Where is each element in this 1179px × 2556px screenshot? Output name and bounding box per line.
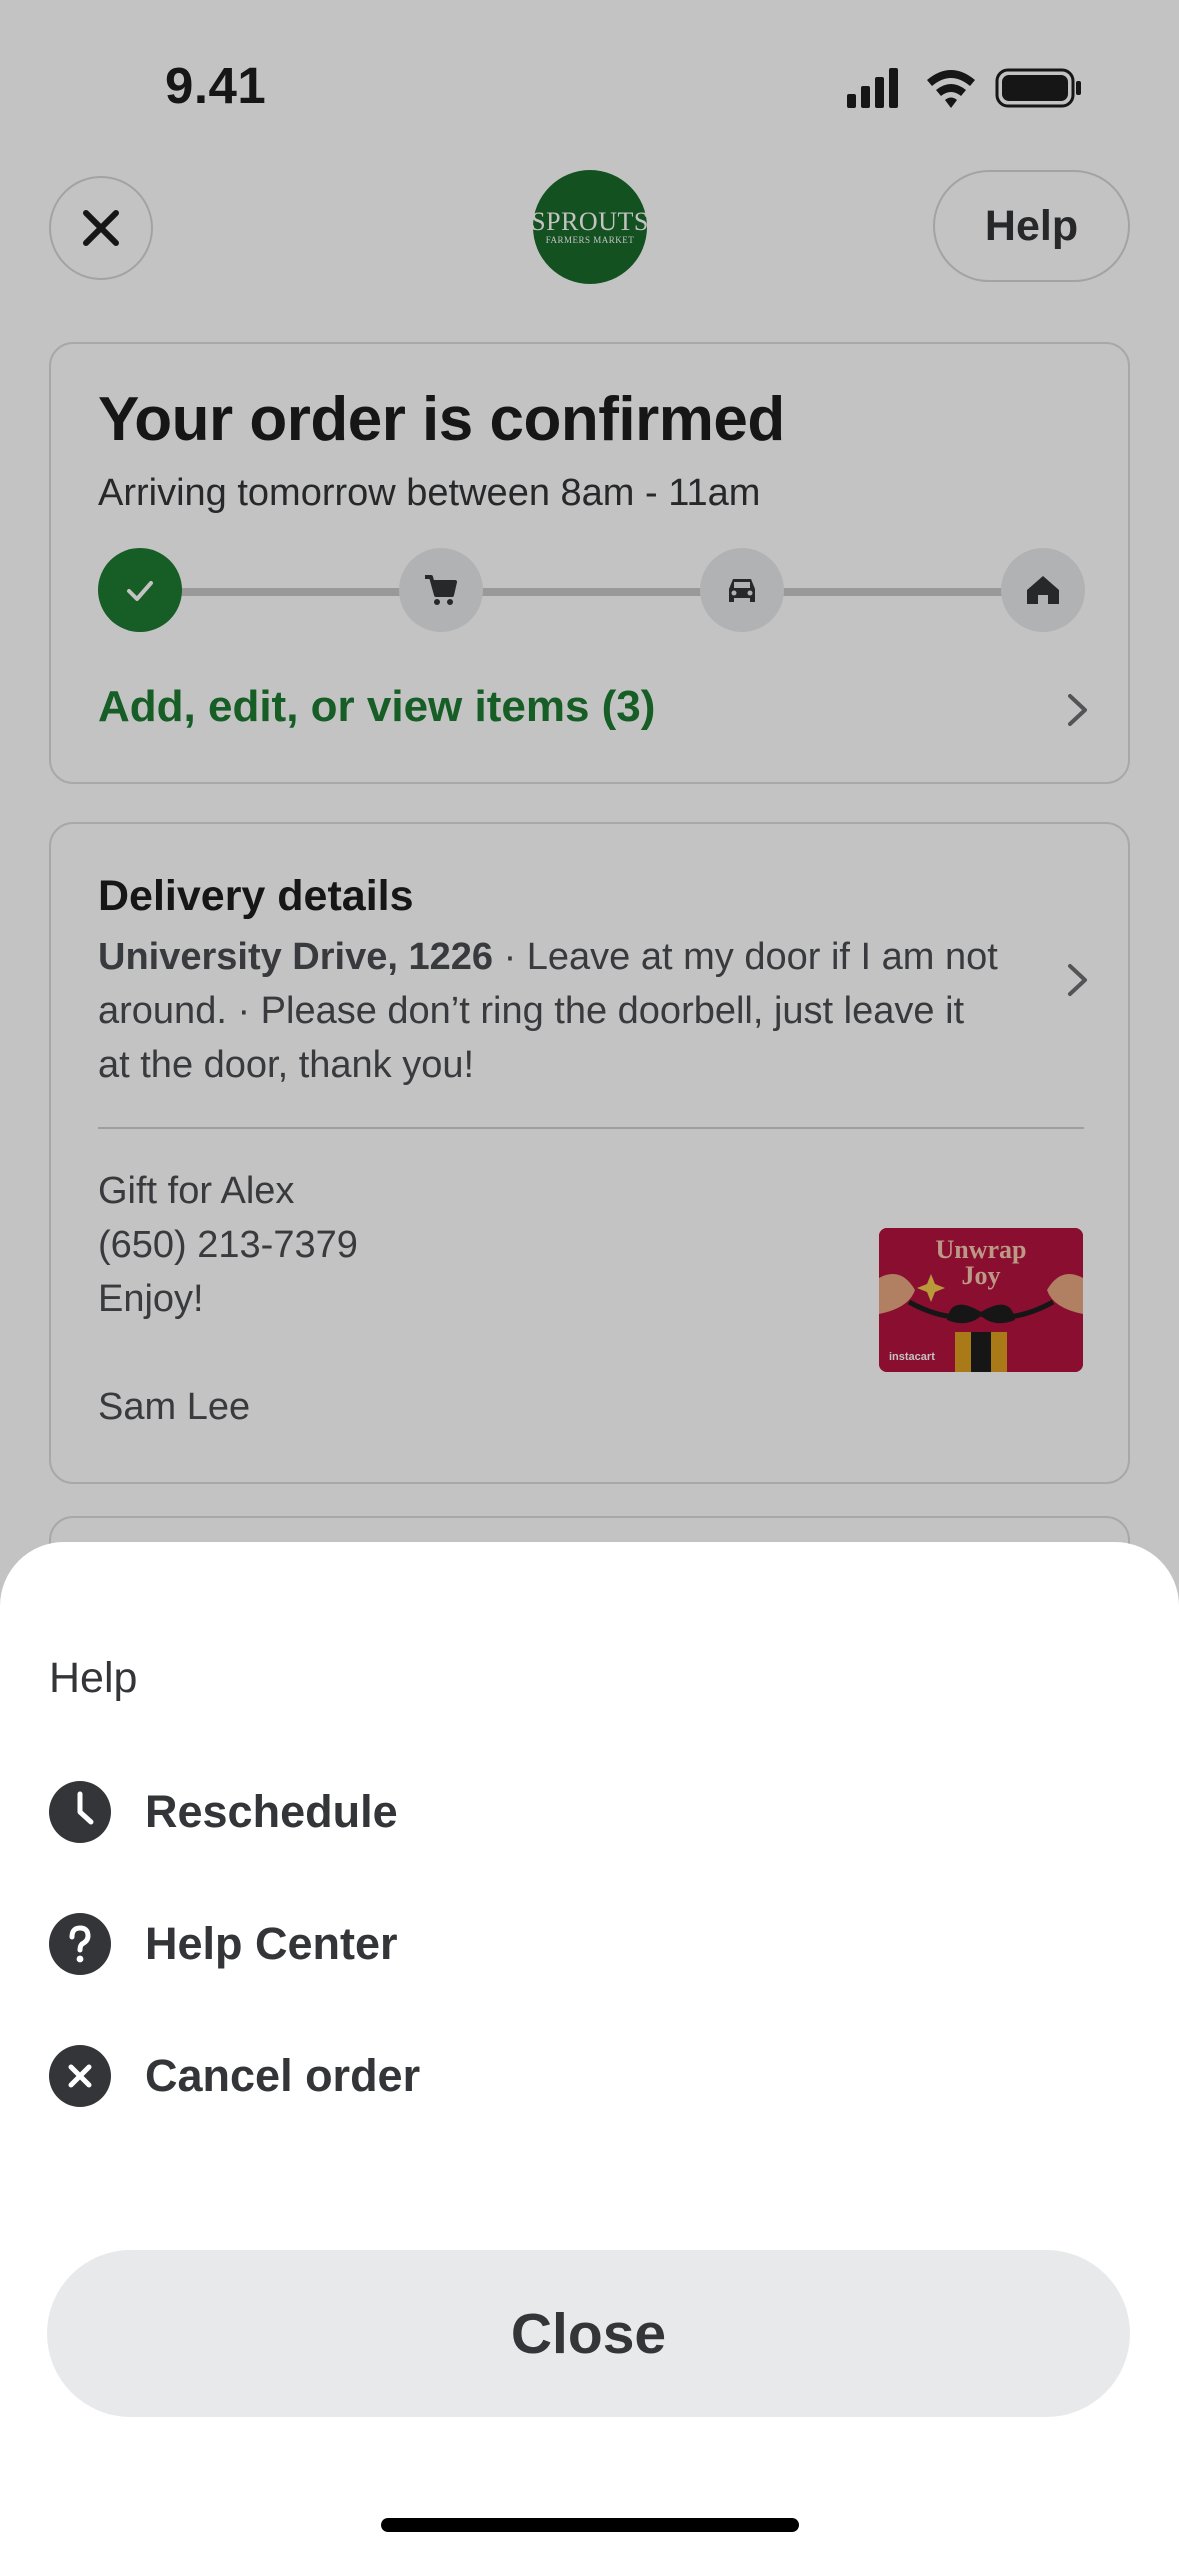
cancel-order-label: Cancel order <box>145 2050 421 2101</box>
x-circle-icon <box>49 2045 111 2107</box>
screen: 9.41 SPROUTS FARMERS MARKET Help Your or <box>0 0 1179 2556</box>
help-center-label: Help Center <box>145 1918 398 1969</box>
reschedule-option[interactable]: Reschedule <box>49 1767 749 1857</box>
close-button[interactable]: Close <box>47 2250 1130 2417</box>
help-center-option[interactable]: Help Center <box>49 1899 749 1989</box>
help-bottom-sheet: Help Reschedule Help Center Cancel order… <box>0 1542 1179 2556</box>
cancel-order-option[interactable]: Cancel order <box>49 2031 749 2121</box>
home-indicator[interactable] <box>381 2518 799 2532</box>
sheet-title: Help <box>49 1654 138 1702</box>
question-icon <box>49 1913 111 1975</box>
reschedule-label: Reschedule <box>145 1786 398 1837</box>
clock-icon <box>49 1781 111 1843</box>
